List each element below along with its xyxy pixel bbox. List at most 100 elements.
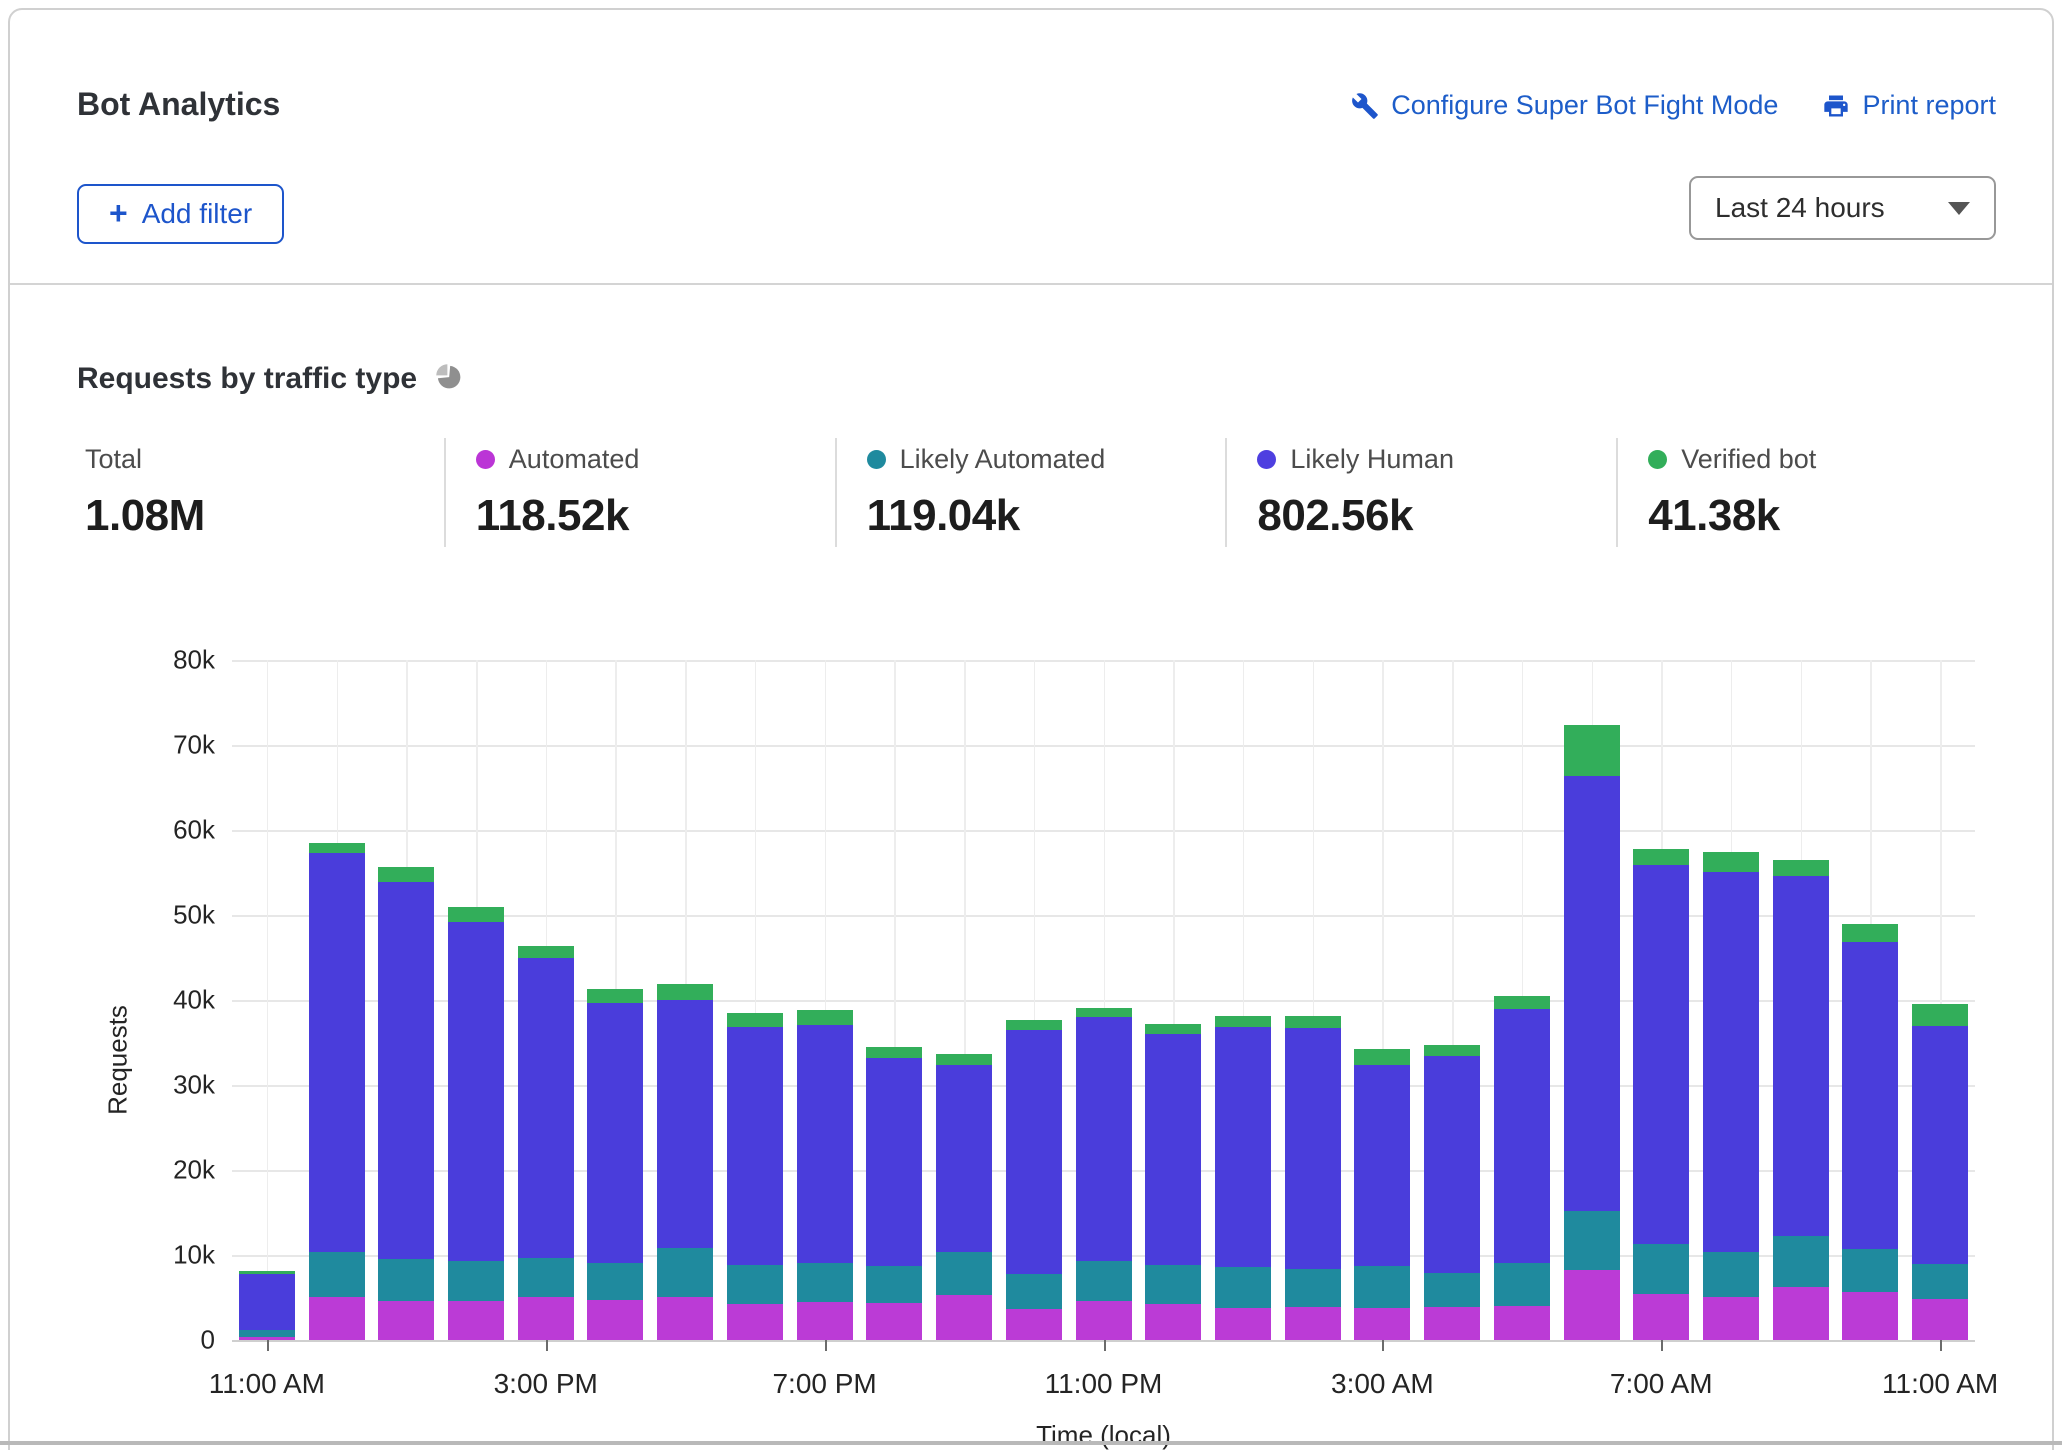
bar-segment-likely-human[interactable] [1075, 1017, 1132, 1261]
bar-segment-automated[interactable] [1284, 1306, 1341, 1340]
bar-segment-likely-automated[interactable] [1493, 1262, 1550, 1306]
bar-segment-likely-human[interactable] [1493, 1008, 1550, 1263]
bar-segment-verified-bot[interactable] [1842, 924, 1899, 943]
bar-segment-likely-automated[interactable] [1563, 1210, 1620, 1271]
bar-segment-likely-human[interactable] [587, 1002, 644, 1263]
bar-segment-automated[interactable] [308, 1296, 365, 1340]
bar-segment-likely-human[interactable] [796, 1024, 853, 1263]
bar-segment-automated[interactable] [378, 1300, 435, 1340]
bar-segment-verified-bot[interactable] [448, 906, 505, 922]
bar-segment-likely-human[interactable] [866, 1057, 923, 1267]
bar-segment-likely-automated[interactable] [1145, 1265, 1202, 1305]
stacked-bar[interactable] [657, 983, 714, 1340]
bar-segment-verified-bot[interactable] [726, 1012, 783, 1028]
bar-segment-likely-human[interactable] [1912, 1025, 1969, 1265]
stacked-bar[interactable] [1145, 1023, 1202, 1340]
bar-segment-verified-bot[interactable] [1702, 852, 1759, 872]
stacked-bar[interactable] [726, 1012, 783, 1340]
bar-segment-likely-human[interactable] [448, 921, 505, 1261]
stacked-bar[interactable] [796, 1010, 853, 1340]
bar-segment-verified-bot[interactable] [1284, 1016, 1341, 1029]
bar-segment-likely-human[interactable] [1842, 942, 1899, 1250]
bar-segment-verified-bot[interactable] [587, 988, 644, 1003]
stacked-bar[interactable] [866, 1046, 923, 1340]
bar-segment-likely-automated[interactable] [1912, 1264, 1969, 1300]
bar-segment-likely-automated[interactable] [726, 1265, 783, 1305]
stacked-bar[interactable] [238, 1271, 295, 1340]
bar-segment-likely-human[interactable] [517, 958, 574, 1259]
bar-segment-verified-bot[interactable] [378, 867, 435, 882]
bar-segment-likely-automated[interactable] [1005, 1273, 1062, 1309]
bar-segment-likely-automated[interactable] [1075, 1260, 1132, 1301]
bar-segment-likely-automated[interactable] [1214, 1266, 1271, 1308]
bar-segment-likely-automated[interactable] [796, 1262, 853, 1302]
stacked-bar[interactable] [378, 867, 435, 1340]
bar-segment-automated[interactable] [1005, 1308, 1062, 1340]
stacked-bar[interactable] [1912, 1004, 1969, 1340]
bar-segment-likely-human[interactable] [1702, 871, 1759, 1253]
bar-segment-verified-bot[interactable] [1563, 724, 1620, 776]
stacked-bar[interactable] [1493, 995, 1550, 1340]
bar-segment-verified-bot[interactable] [866, 1046, 923, 1058]
stacked-bar[interactable] [1563, 724, 1620, 1340]
bar-segment-verified-bot[interactable] [1005, 1019, 1062, 1030]
bar-segment-verified-bot[interactable] [1912, 1004, 1969, 1026]
bar-segment-automated[interactable] [1772, 1287, 1829, 1340]
bar-segment-likely-automated[interactable] [657, 1248, 714, 1298]
bar-segment-likely-human[interactable] [936, 1064, 993, 1253]
bar-segment-likely-automated[interactable] [587, 1262, 644, 1301]
stacked-bar[interactable] [936, 1054, 993, 1340]
bar-segment-likely-automated[interactable] [1354, 1266, 1411, 1308]
bar-segment-verified-bot[interactable] [1772, 859, 1829, 876]
bar-segment-verified-bot[interactable] [1075, 1007, 1132, 1017]
bar-segment-verified-bot[interactable] [796, 1010, 853, 1025]
bar-segment-automated[interactable] [448, 1300, 505, 1340]
bar-segment-verified-bot[interactable] [1354, 1049, 1411, 1066]
bar-segment-verified-bot[interactable] [1633, 848, 1690, 865]
bar-segment-automated[interactable] [1145, 1304, 1202, 1340]
stacked-bar[interactable] [1354, 1049, 1411, 1340]
bar-segment-automated[interactable] [517, 1297, 574, 1340]
bar-segment-likely-automated[interactable] [1702, 1252, 1759, 1298]
bar-segment-likely-automated[interactable] [936, 1252, 993, 1295]
bar-segment-likely-human[interactable] [1145, 1034, 1202, 1266]
stacked-bar[interactable] [1702, 852, 1759, 1340]
bar-segment-verified-bot[interactable] [1145, 1023, 1202, 1034]
stacked-bar[interactable] [1284, 1016, 1341, 1340]
stacked-bar[interactable] [1424, 1045, 1481, 1340]
bar-segment-likely-human[interactable] [238, 1273, 295, 1330]
bar-segment-automated[interactable] [1633, 1294, 1690, 1340]
bar-segment-likely-human[interactable] [378, 881, 435, 1260]
bar-segment-automated[interactable] [726, 1304, 783, 1340]
bar-segment-likely-human[interactable] [726, 1027, 783, 1266]
bar-segment-likely-automated[interactable] [1424, 1272, 1481, 1307]
bar-segment-likely-automated[interactable] [308, 1252, 365, 1297]
bar-segment-automated[interactable] [1424, 1306, 1481, 1340]
bar-segment-verified-bot[interactable] [1214, 1016, 1271, 1028]
bar-segment-likely-human[interactable] [1772, 875, 1829, 1237]
bar-segment-automated[interactable] [1214, 1307, 1271, 1340]
bar-segment-likely-human[interactable] [657, 1000, 714, 1249]
bar-segment-verified-bot[interactable] [1493, 995, 1550, 1009]
stacked-bar[interactable] [448, 906, 505, 1340]
bar-segment-automated[interactable] [1842, 1292, 1899, 1340]
bar-segment-likely-human[interactable] [1354, 1065, 1411, 1267]
stacked-bar[interactable] [1633, 848, 1690, 1340]
bar-segment-likely-automated[interactable] [448, 1260, 505, 1301]
bar-segment-likely-human[interactable] [1563, 775, 1620, 1211]
stacked-bar[interactable] [517, 945, 574, 1340]
bar-segment-likely-automated[interactable] [517, 1258, 574, 1298]
stacked-bar[interactable] [587, 988, 644, 1340]
bar-segment-automated[interactable] [1493, 1306, 1550, 1340]
stacked-bar[interactable] [1214, 1016, 1271, 1340]
stacked-bar[interactable] [1842, 924, 1899, 1340]
bar-segment-automated[interactable] [587, 1300, 644, 1340]
bar-segment-likely-automated[interactable] [1842, 1249, 1899, 1293]
bar-segment-verified-bot[interactable] [1424, 1045, 1481, 1057]
bar-segment-likely-human[interactable] [1005, 1029, 1062, 1274]
bar-segment-automated[interactable] [1354, 1307, 1411, 1340]
bar-segment-likely-automated[interactable] [238, 1329, 295, 1337]
bar-segment-likely-human[interactable] [1214, 1027, 1271, 1267]
bar-segment-automated[interactable] [1912, 1299, 1969, 1340]
bar-segment-automated[interactable] [1702, 1297, 1759, 1340]
